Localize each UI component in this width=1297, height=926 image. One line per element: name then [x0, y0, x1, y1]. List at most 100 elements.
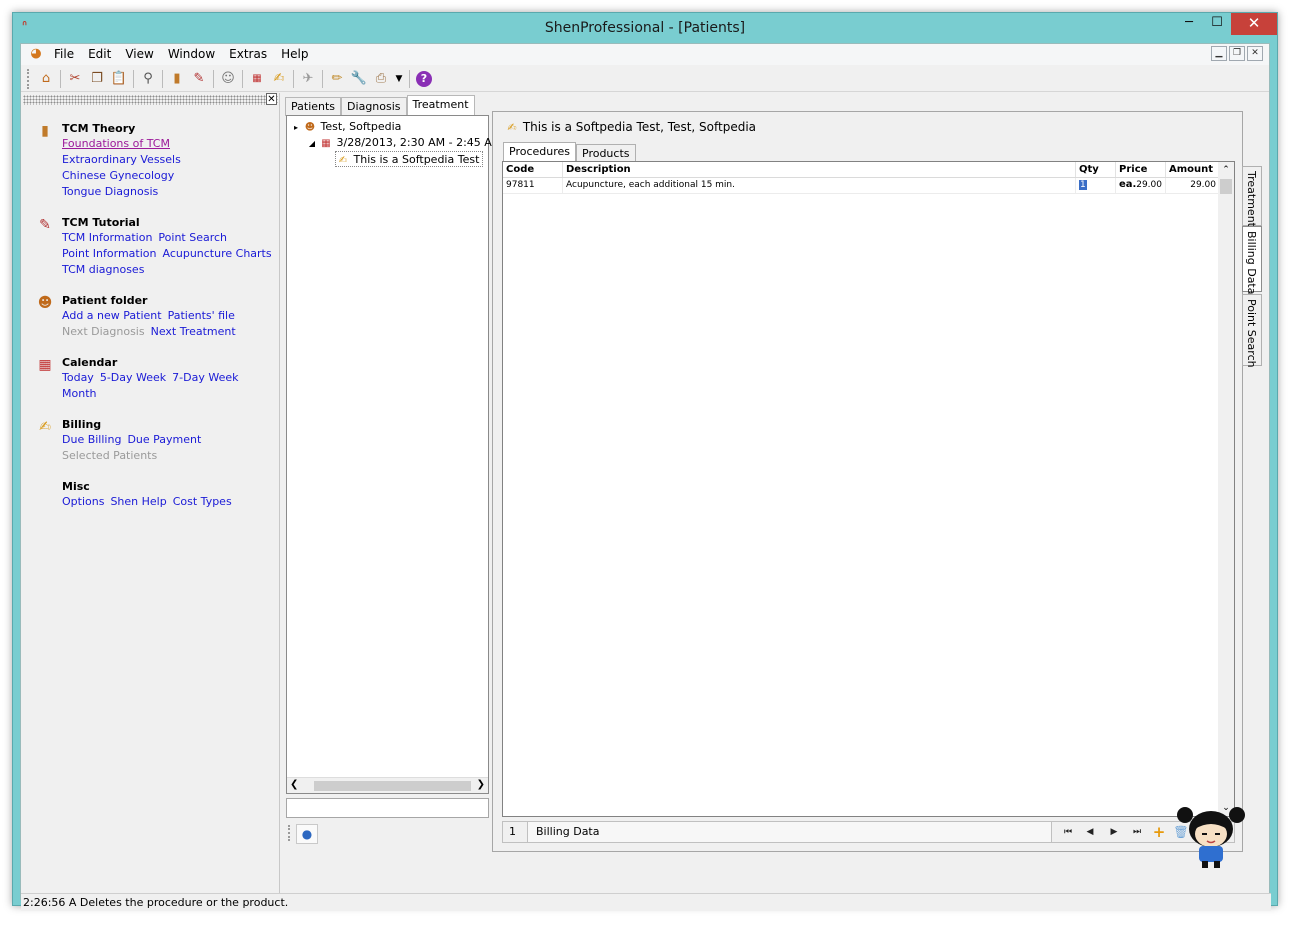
sidebar-close-button[interactable]: ✕	[266, 93, 277, 105]
sidebar-link-options[interactable]: Options	[62, 495, 104, 508]
tab-products[interactable]: Products	[576, 144, 636, 162]
wrench-icon[interactable]: 🔧	[348, 68, 370, 90]
menu-help[interactable]: Help	[274, 44, 315, 65]
sidebar-link-tcm-information[interactable]: TCM Information	[62, 231, 152, 244]
minimize-button[interactable]: ─	[1175, 13, 1203, 35]
last-record-button[interactable]: ⏭	[1127, 824, 1147, 841]
maximize-button[interactable]: ☐	[1203, 13, 1231, 35]
collapse-icon[interactable]: ◢	[305, 136, 319, 152]
sidebar-link-tcm-diagnoses[interactable]: TCM diagnoses	[62, 263, 144, 276]
prev-record-button[interactable]: ◀	[1080, 824, 1100, 841]
side-tab-point-search[interactable]: Point Search	[1242, 294, 1262, 368]
sidebar-link-foundations-of-tcm[interactable]: Foundations of TCM	[62, 137, 170, 150]
sidebar-link-acupuncture-charts[interactable]: Acupuncture Charts	[162, 247, 271, 260]
menu-file[interactable]: File	[47, 44, 81, 65]
cell-price[interactable]: 29.00	[1116, 178, 1166, 193]
cell-qty[interactable]: 1	[1076, 178, 1116, 193]
column-header-code[interactable]: Code	[503, 162, 563, 177]
sidebar-link-shen-help[interactable]: Shen Help	[110, 495, 166, 508]
scroll-left-icon[interactable]: ❮	[290, 779, 298, 790]
copy-icon[interactable]: ❐	[86, 68, 108, 90]
patient-icon[interactable]: ☺	[217, 68, 239, 90]
cell-description[interactable]: Acupuncture, each additional 15 min.	[563, 178, 1076, 193]
sidebar-link-extraordinary-vessels[interactable]: Extraordinary Vessels	[62, 153, 181, 166]
sidebar-link-5-day-week[interactable]: 5-Day Week	[100, 371, 166, 384]
mdi-minimize-button[interactable]: ▁	[1211, 46, 1227, 61]
patient-tree[interactable]: ▸ ☻ Test, Softpedia ◢ ▦ 3/28/2013, 2:30 AM…	[286, 115, 501, 794]
find-icon[interactable]: ⚲	[137, 68, 159, 90]
home-icon[interactable]: ⌂	[35, 68, 57, 90]
column-header-qty[interactable]: Qty	[1076, 162, 1116, 177]
cut-icon[interactable]: ✂	[64, 68, 86, 90]
menu-edit[interactable]: Edit	[81, 44, 118, 65]
paste-icon[interactable]: 📋	[108, 68, 130, 90]
help-icon[interactable]: ?	[413, 68, 435, 90]
column-header-description[interactable]: Description	[563, 162, 1076, 177]
billing-icon[interactable]: ✍	[268, 68, 290, 90]
tree-filter-input[interactable]	[286, 798, 489, 818]
qty-value[interactable]: 1	[1079, 180, 1087, 190]
tree-horizontal-scrollbar[interactable]: ❮ ❯	[287, 777, 488, 793]
menu-extras[interactable]: Extras	[222, 44, 274, 65]
app-menu-icon[interactable]: ◕	[25, 46, 47, 64]
sidebar-link-row: Add a new Patient Patients' file	[62, 308, 242, 324]
sidebar-link-due-payment[interactable]: Due Payment	[127, 433, 201, 446]
cell-code[interactable]: 97811	[503, 178, 563, 193]
procedures-grid[interactable]: Code Description Qty Price ea. Amount 97…	[502, 161, 1235, 817]
toolbar-grip[interactable]	[27, 68, 31, 89]
first-record-button[interactable]: ⏮	[1058, 824, 1078, 841]
title-bar[interactable]: ᐢ ShenProfessional - [Patients] ─ ☐ ✕	[13, 13, 1277, 43]
scroll-thumb[interactable]	[314, 781, 471, 791]
tab-procedures[interactable]: Procedures	[503, 142, 576, 162]
sidebar-link-today[interactable]: Today	[62, 371, 94, 384]
sidebar-link-cost-types[interactable]: Cost Types	[173, 495, 232, 508]
sidebar-link-next-treatment[interactable]: Next Treatment	[151, 325, 236, 338]
sidebar-link-tongue-diagnosis[interactable]: Tongue Diagnosis	[62, 185, 158, 198]
scroll-thumb[interactable]	[1220, 179, 1232, 194]
scroll-up-icon[interactable]: ⌃	[1218, 162, 1234, 178]
side-tab-treatment[interactable]: Treatment	[1242, 166, 1262, 227]
toolbar-grip[interactable]	[288, 825, 291, 841]
cell-amount[interactable]: 29.00	[1166, 178, 1219, 193]
tree-node-patient[interactable]: ▸ ☻ Test, Softpedia	[289, 119, 401, 135]
books-icon[interactable]: ▮	[166, 68, 188, 90]
sidebar-link-chinese-gynecology[interactable]: Chinese Gynecology	[62, 169, 174, 182]
acupuncture-icon[interactable]: ✎	[188, 68, 210, 90]
sidebar-grip[interactable]	[23, 95, 278, 105]
tree-node-treatment[interactable]: ✍ This is a Softpedia Test	[335, 151, 484, 167]
sidebar-link-7-day-week[interactable]: 7-Day Week	[172, 371, 238, 384]
add-record-button[interactable]: +	[1149, 824, 1169, 841]
table-row[interactable]: 97811 Acupuncture, each additional 15 mi…	[503, 178, 1219, 194]
scroll-right-icon[interactable]: ❯	[477, 779, 485, 790]
expand-icon[interactable]: ▸	[289, 120, 303, 136]
new-item-button[interactable]: ●	[296, 824, 318, 844]
mdi-restore-button[interactable]: ❐	[1229, 46, 1245, 61]
tools-icon[interactable]: ✈	[297, 68, 319, 90]
menu-view[interactable]: View	[118, 44, 160, 65]
sidebar-link-month[interactable]: Month	[62, 387, 96, 400]
calendar-icon[interactable]: ▦	[246, 68, 268, 90]
sidebar-link-add-a-new-patient[interactable]: Add a new Patient	[62, 309, 162, 322]
sidebar-link-point-search[interactable]: Point Search	[158, 231, 227, 244]
column-header-price[interactable]: Price ea.	[1116, 162, 1166, 190]
print-icon[interactable]: ⎙	[370, 68, 392, 90]
side-tab-billing-data[interactable]: Billing Data	[1242, 226, 1262, 295]
tab-patients[interactable]: Patients	[285, 97, 342, 116]
tab-diagnosis[interactable]: Diagnosis	[341, 97, 407, 116]
sidebar-group-title: TCM Theory	[62, 122, 136, 135]
next-record-button[interactable]: ▶	[1104, 824, 1124, 841]
mdi-close-button[interactable]: ✕	[1247, 46, 1263, 61]
dropdown-icon[interactable]: ▼	[392, 68, 406, 90]
sidebar-link-point-information[interactable]: Point Information	[62, 247, 156, 260]
tab-treatment[interactable]: Treatment	[406, 95, 475, 116]
sidebar-link-due-billing[interactable]: Due Billing	[62, 433, 121, 446]
tree-node-appointment[interactable]: ◢ ▦ 3/28/2013, 2:30 AM - 2:45 AM	[305, 135, 501, 151]
sidebar-link-row: Options Shen Help Cost Types	[62, 494, 238, 510]
grid-vertical-scrollbar[interactable]: ⌃ ⌄	[1218, 162, 1234, 816]
sidebar-link-row: Selected Patients	[62, 448, 207, 464]
menu-window[interactable]: Window	[161, 44, 222, 65]
close-button[interactable]: ✕	[1231, 13, 1277, 35]
column-header-amount[interactable]: Amount	[1166, 162, 1219, 177]
sidebar-link-patients-file[interactable]: Patients' file	[168, 309, 235, 322]
notes-icon[interactable]: ✏	[326, 68, 348, 90]
